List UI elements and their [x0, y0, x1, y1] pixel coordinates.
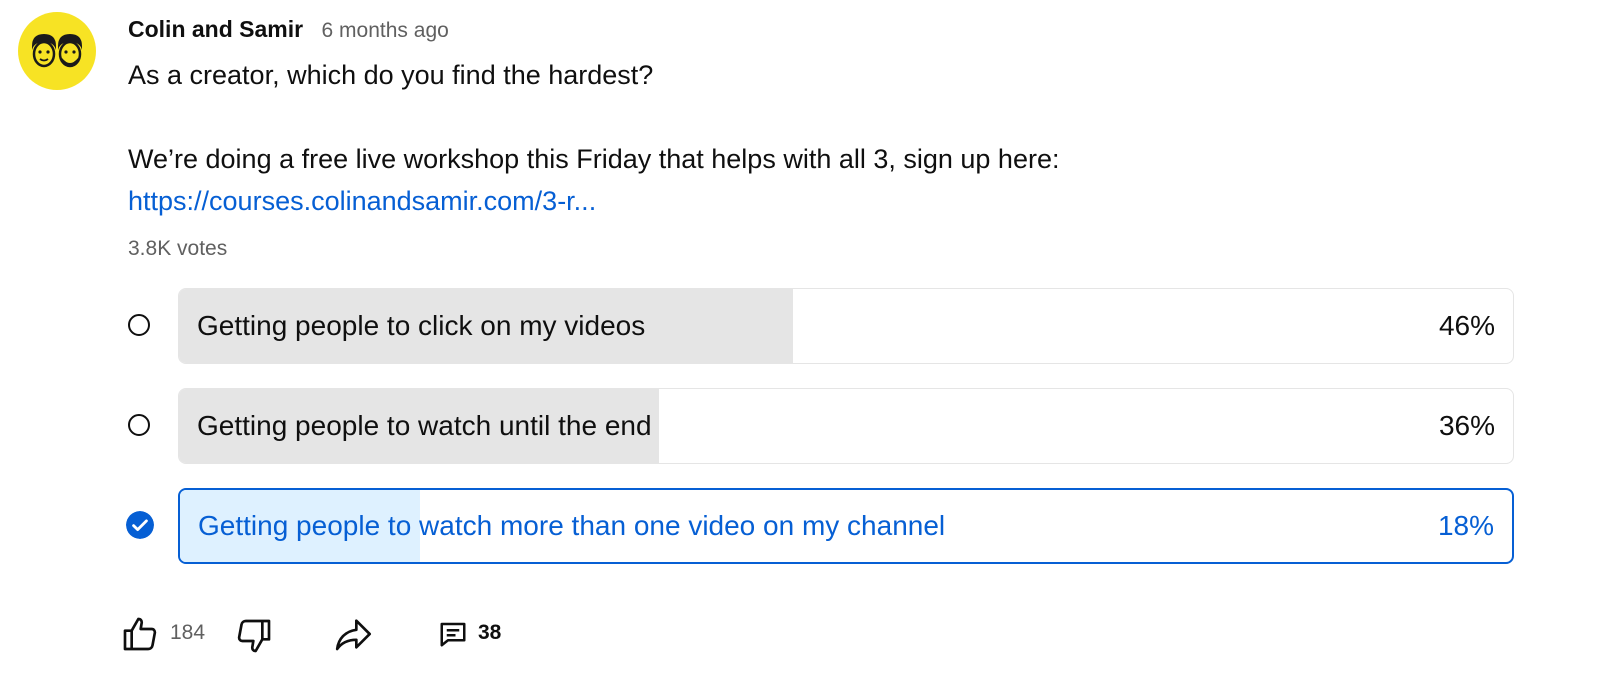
comment-count: 38: [478, 621, 502, 644]
poll-option-bar[interactable]: Getting people to watch until the end 36%: [178, 388, 1514, 464]
poll-option-percent: 46%: [1438, 310, 1495, 341]
channel-avatar[interactable]: [18, 12, 96, 90]
avatar-faces-icon: [32, 34, 82, 68]
check-circle-icon[interactable]: [126, 511, 154, 539]
poll-option-percent: 18%: [1437, 510, 1494, 541]
workshop-link[interactable]: https://courses.colinandsamir.com/3-r...: [128, 186, 596, 216]
share-button[interactable]: [332, 608, 376, 658]
post-body: We’re doing a free live workshop this Fr…: [128, 144, 1060, 174]
poll-option-bar[interactable]: Getting people to watch more than one vi…: [178, 488, 1514, 564]
poll-option-label: Getting people to watch until the end: [197, 410, 652, 441]
like-count: 184: [170, 621, 206, 644]
post-link-line: https://courses.colinandsamir.com/3-r...: [128, 184, 596, 218]
poll-option[interactable]: Getting people to watch until the end 36%: [128, 388, 1548, 466]
thumbs-up-icon: [123, 617, 157, 651]
comment-icon: [440, 622, 466, 647]
author-name[interactable]: Colin and Samir: [128, 16, 303, 42]
poll-option-percent: 36%: [1438, 410, 1495, 441]
radio-button[interactable]: [128, 414, 150, 436]
radio-button[interactable]: [128, 314, 150, 336]
poll-option[interactable]: Getting people to click on my videos 46%: [128, 288, 1548, 366]
like-button[interactable]: 184: [120, 608, 215, 658]
poll-option-bar[interactable]: Getting people to click on my videos 46%: [178, 288, 1514, 364]
post-question: As a creator, which do you find the hard…: [128, 60, 654, 90]
poll-option-label: Getting people to click on my videos: [197, 310, 646, 341]
post-header: Colin and Samir 6 months ago: [128, 15, 449, 47]
dislike-button[interactable]: [234, 608, 278, 658]
thumbs-down-icon: [237, 619, 271, 653]
vote-count: 3.8K votes: [128, 237, 228, 260]
poll-option[interactable]: Getting people to watch more than one vi…: [126, 488, 1548, 566]
poll-option-label: Getting people to watch more than one vi…: [198, 510, 946, 541]
comments-button[interactable]: 38: [438, 608, 518, 658]
post-time[interactable]: 6 months ago: [322, 19, 449, 42]
community-post: Colin and Samir 6 months ago As a creato…: [0, 0, 1600, 682]
share-icon: [335, 619, 371, 651]
